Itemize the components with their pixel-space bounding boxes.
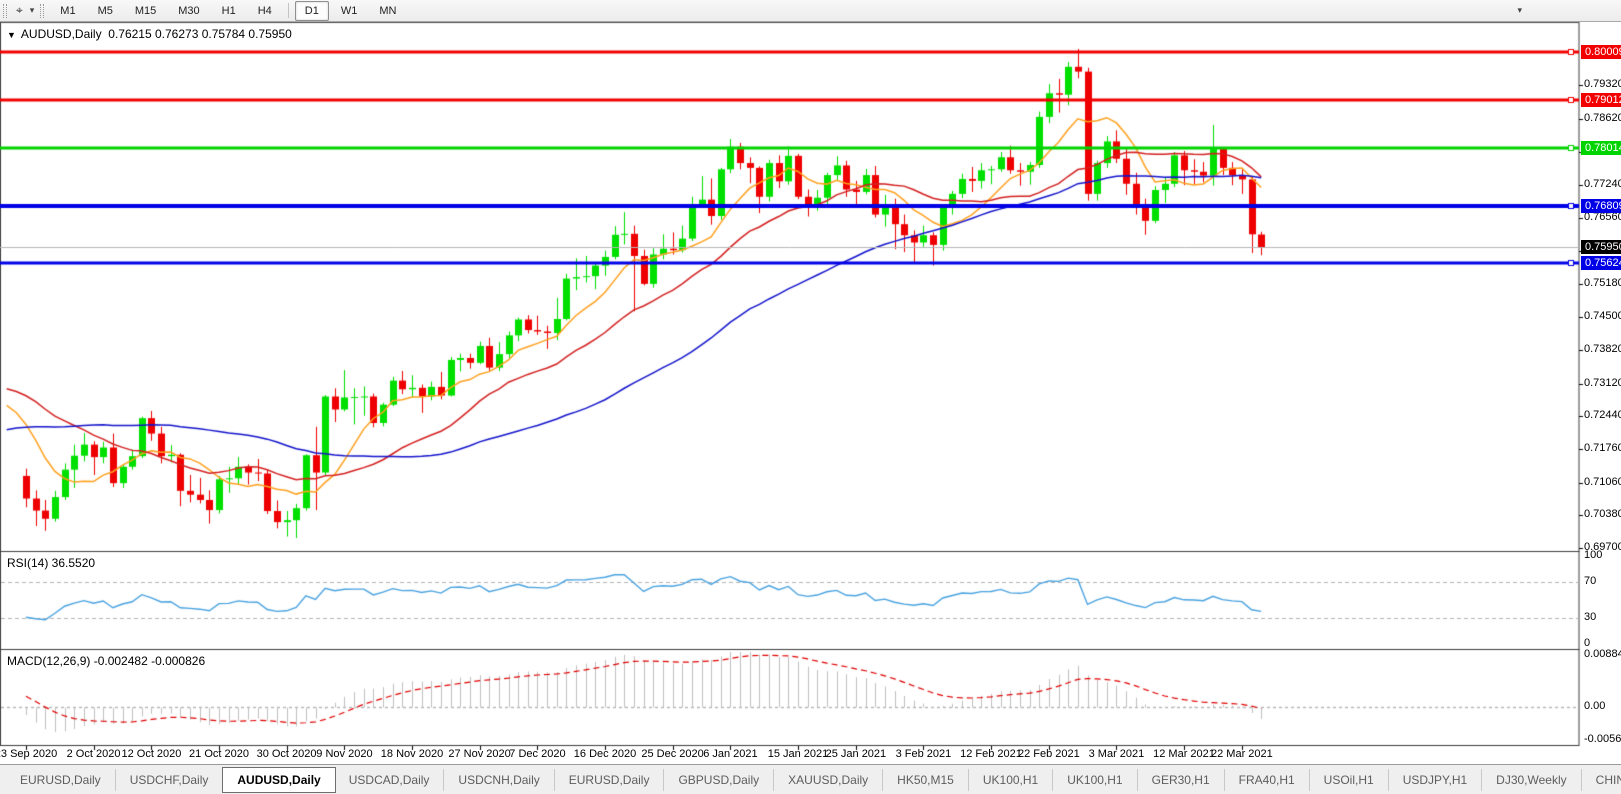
timeframe-button-h1[interactable]: H1 bbox=[212, 1, 246, 21]
chart-tab-eurusd-daily[interactable]: EURUSD,Daily bbox=[6, 768, 116, 791]
chart-tab-xauusd-daily[interactable]: XAUUSD,Daily bbox=[774, 768, 884, 791]
timeframe-button-m1[interactable]: M1 bbox=[50, 1, 85, 21]
chart-tab-fra40-h1[interactable]: FRA40,H1 bbox=[1225, 768, 1310, 791]
chart-tab-audusd-daily[interactable]: AUDUSD,Daily bbox=[222, 766, 336, 793]
timeframe-button-mn[interactable]: MN bbox=[369, 1, 406, 21]
chart-tab-china300-h1[interactable]: CHINA300,H1 bbox=[1582, 769, 1621, 791]
timeframe-button-group: M1 M5 M15 M30 H1 H4 D1 W1 MN bbox=[49, 0, 407, 21]
timeframe-button-w1[interactable]: W1 bbox=[331, 1, 368, 21]
chart-tab-usdjpy-h1[interactable]: USDJPY,H1 bbox=[1389, 768, 1483, 791]
chart-tab-usdcnh-daily[interactable]: USDCNH,Daily bbox=[444, 768, 555, 791]
toolbar-grip-2[interactable] bbox=[40, 3, 45, 18]
chart-tab-usdcad-daily[interactable]: USDCAD,Daily bbox=[335, 768, 445, 791]
chart-tab-gbpusd-daily[interactable]: GBPUSD,Daily bbox=[664, 768, 775, 791]
cursor-icon[interactable]: ⌖ bbox=[12, 2, 27, 19]
toolbar-grip[interactable] bbox=[3, 3, 7, 18]
chart-tab-usdchf-daily[interactable]: USDCHF,Daily bbox=[116, 768, 224, 791]
toolbar-overflow-button[interactable]: ▾ bbox=[1514, 4, 1525, 17]
candlestick-chart[interactable] bbox=[0, 0, 1621, 794]
timeframe-button-m30[interactable]: M30 bbox=[168, 1, 209, 21]
chart-tab-bar: EURUSD,Daily USDCHF,Daily AUDUSD,Daily USDC… bbox=[0, 764, 1621, 794]
cursor-dropdown-icon[interactable]: ▾ bbox=[27, 4, 38, 17]
chart-tab-eurusd-daily[interactable]: EURUSD,Daily bbox=[555, 768, 665, 791]
trading-platform-window: ⌖ ▾ M1 M5 M15 M30 H1 H4 D1 W1 MN ▾ ▼ AUDUSD,Daily… bbox=[0, 0, 1621, 794]
timeframe-button-m15[interactable]: M15 bbox=[125, 1, 166, 21]
chart-tab-uk100-h1[interactable]: UK100,H1 bbox=[1053, 768, 1138, 791]
chart-tab-ger30-h1[interactable]: GER30,H1 bbox=[1138, 768, 1225, 791]
toolbar: ⌖ ▾ M1 M5 M15 M30 H1 H4 D1 W1 MN ▾ bbox=[0, 0, 1621, 22]
chart-tab-usoil-h1[interactable]: USOil,H1 bbox=[1310, 768, 1389, 791]
chart-tab-hk50-m15[interactable]: HK50,M15 bbox=[883, 768, 969, 791]
timeframe-button-m5[interactable]: M5 bbox=[88, 1, 123, 21]
chart-tab-uk100-h1[interactable]: UK100,H1 bbox=[969, 768, 1054, 791]
chart-tabs: EURUSD,Daily USDCHF,Daily AUDUSD,Daily USDC… bbox=[0, 766, 1621, 793]
timeframe-button-d1[interactable]: D1 bbox=[294, 0, 329, 21]
timeframe-button-h4[interactable]: H4 bbox=[248, 1, 282, 21]
chart-tab-dj30-weekly[interactable]: DJ30,Weekly bbox=[1482, 768, 1582, 791]
